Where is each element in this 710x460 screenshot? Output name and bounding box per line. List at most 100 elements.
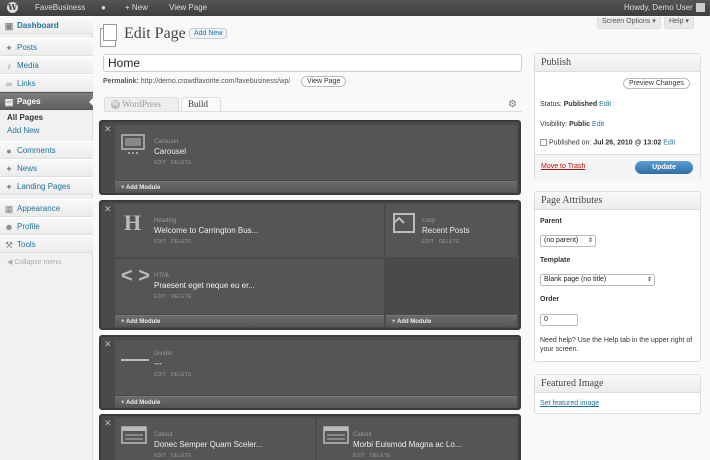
publish-box: Publish Preview Changes Status: Publishe…	[534, 53, 701, 181]
view-page-button[interactable]: View Page	[301, 76, 347, 87]
sidebar-item-tools[interactable]: ⚒ Tools	[0, 235, 93, 253]
sidebar-item-dashboard[interactable]: ▣ Dashboard	[0, 16, 93, 34]
edit-link[interactable]: EDIT	[154, 160, 166, 166]
site-name-link[interactable]: FaveBusiness	[35, 0, 85, 16]
preview-changes-button[interactable]: Preview Changes	[623, 78, 690, 89]
edit-link[interactable]: EDIT	[422, 239, 434, 245]
delete-link[interactable]: DELETE	[370, 453, 391, 459]
collapse-label: Collapse menu	[14, 259, 62, 266]
close-icon[interactable]: ✕	[104, 204, 112, 215]
move-to-trash-link[interactable]: Move to Trash	[541, 163, 585, 170]
module-type-label: HTML	[154, 273, 171, 279]
tools-icon: ⚒	[4, 240, 14, 250]
select-arrows-icon: ⇕	[646, 277, 652, 283]
sidebar-item-landing-pages[interactable]: ✦ Landing Pages	[0, 177, 93, 195]
sidebar-item-profile[interactable]: ☻ Profile	[0, 217, 93, 235]
parent-select[interactable]: (no parent) ⇕	[540, 235, 596, 247]
builder-row[interactable]: ✕ Carousel Carousel EDIT DELETE + Add Mo…	[99, 120, 521, 195]
edit-date-link[interactable]: Edit	[663, 139, 675, 146]
screen-options-button[interactable]: Screen Options ▾	[597, 17, 661, 29]
screen-options-label: Screen Options	[602, 18, 651, 25]
sidebar-item-links[interactable]: ∞ Links	[0, 74, 93, 92]
builder-row[interactable]: ✕ H Heading Welcome to Carrington Bus...…	[99, 200, 521, 330]
template-value: Blank page (no title)	[544, 276, 607, 283]
edit-link[interactable]: EDIT	[154, 372, 166, 378]
submenu-all-pages[interactable]: All Pages	[7, 113, 43, 122]
wordpress-logo-icon: W	[111, 100, 120, 110]
comment-bubble-icon[interactable]: ●	[101, 0, 106, 16]
builder-row[interactable]: ✕ Divider --- EDIT DELETE + Add Module	[99, 335, 521, 410]
close-icon[interactable]: ✕	[104, 418, 112, 429]
delete-link[interactable]: DELETE	[171, 453, 192, 459]
loop-icon	[393, 213, 415, 233]
submenu-add-new[interactable]: Add New	[7, 126, 39, 135]
sidebar-item-media[interactable]: ♪ Media	[0, 56, 93, 74]
edit-link[interactable]: EDIT	[154, 239, 166, 245]
sidebar-item-pages[interactable]: ▤ Pages	[0, 92, 94, 110]
edit-link[interactable]: EDIT	[154, 453, 166, 459]
sidebar-item-appearance[interactable]: ▦ Appearance	[0, 199, 93, 217]
heading-icon: H	[124, 210, 142, 235]
add-module-button[interactable]: + Add Module	[386, 315, 517, 327]
delete-link[interactable]: DELETE	[439, 239, 460, 245]
module-type-label: Carousel	[154, 139, 179, 145]
carousel-module[interactable]: Carousel Carousel EDIT DELETE	[115, 125, 517, 180]
view-page-link[interactable]: View Page	[169, 0, 207, 16]
collapse-menu-button[interactable]: ◀ Collapse menu	[7, 258, 61, 266]
tab-wordpress[interactable]: W WordPress	[104, 97, 179, 111]
new-label: New	[131, 3, 148, 12]
heading-module[interactable]: H Heading Welcome to Carrington Bus... E…	[115, 204, 384, 257]
post-title-input[interactable]: Home	[103, 54, 522, 72]
module-title: Carousel	[154, 147, 187, 156]
sidebar-item-label: Links	[17, 79, 36, 88]
plus-icon: +	[125, 3, 132, 12]
update-button[interactable]: Update	[635, 161, 693, 174]
module-title: Praesent eget neque eu er...	[154, 281, 255, 290]
add-module-button[interactable]: + Add Module	[115, 315, 384, 327]
template-select[interactable]: Blank page (no title) ⇕	[540, 274, 655, 286]
help-label: Help	[669, 18, 684, 25]
new-content-link[interactable]: + New	[125, 0, 148, 16]
close-icon[interactable]: ✕	[104, 124, 112, 135]
add-module-button[interactable]: + Add Module	[115, 396, 517, 408]
permalink: Permalink: http://demo.crowdfavorite.com…	[103, 78, 290, 85]
module-type-label: Divider	[154, 351, 173, 357]
permalink-label: Permalink:	[103, 78, 139, 85]
admin-sidebar: ▣ Dashboard ✦ Posts ♪ Media ∞ Links ▤ Pages A…	[0, 16, 94, 460]
chevron-down-icon: ▾	[685, 18, 689, 25]
code-icon: < >	[121, 265, 150, 287]
delete-link[interactable]: DELETE	[171, 160, 192, 166]
sidebar-item-posts[interactable]: ✦ Posts	[0, 38, 93, 56]
edit-link[interactable]: EDIT	[154, 294, 166, 300]
delete-link[interactable]: DELETE	[171, 239, 192, 245]
add-module-button[interactable]: + Add Module	[115, 181, 517, 193]
howdy-user-menu[interactable]: Howdy, Demo User	[624, 0, 705, 16]
delete-link[interactable]: DELETE	[171, 372, 192, 378]
wordpress-logo-icon[interactable]: W	[7, 0, 18, 16]
html-module[interactable]: < > HTML Praesent eget neque eu er... ED…	[115, 259, 384, 314]
module-title: Welcome to Carrington Bus...	[154, 226, 259, 235]
callout-module[interactable]: Callout Donec Semper Quam Sceler... EDIT…	[115, 418, 315, 460]
edit-link[interactable]: EDIT	[353, 453, 365, 459]
tab-build[interactable]: Build	[181, 97, 221, 111]
divider-module[interactable]: Divider --- EDIT DELETE	[115, 340, 517, 395]
sidebar-item-news[interactable]: ✦ News	[0, 159, 93, 177]
parent-label: Parent	[540, 218, 562, 225]
edit-status-link[interactable]: Edit	[599, 101, 611, 108]
appearance-icon: ▦	[4, 204, 14, 214]
set-featured-image-link[interactable]: Set featured image	[540, 400, 599, 407]
delete-link[interactable]: DELETE	[171, 294, 192, 300]
close-icon[interactable]: ✕	[104, 339, 112, 350]
edit-visibility-link[interactable]: Edit	[592, 121, 604, 128]
help-button[interactable]: Help ▾	[664, 17, 694, 29]
loop-module[interactable]: Loop Recent Posts EDIT DELETE	[386, 204, 517, 257]
order-input[interactable]: 0	[540, 314, 578, 326]
help-text: Need help? Use the Help tab in the upper…	[540, 337, 693, 353]
gear-icon[interactable]: ⚙	[508, 99, 517, 110]
sidebar-item-comments[interactable]: ● Comments	[0, 141, 93, 159]
permalink-url[interactable]: http://demo.crowdfavorite.com/favebusine…	[141, 78, 290, 85]
add-new-button[interactable]: Add New	[189, 28, 228, 39]
builder-row[interactable]: ✕ Callout Donec Semper Quam Sceler... ED…	[99, 414, 521, 460]
callout-module[interactable]: Callout Morbi Euismod Magna ac Lo... EDI…	[317, 418, 517, 460]
select-arrows-icon: ⇕	[587, 238, 593, 244]
